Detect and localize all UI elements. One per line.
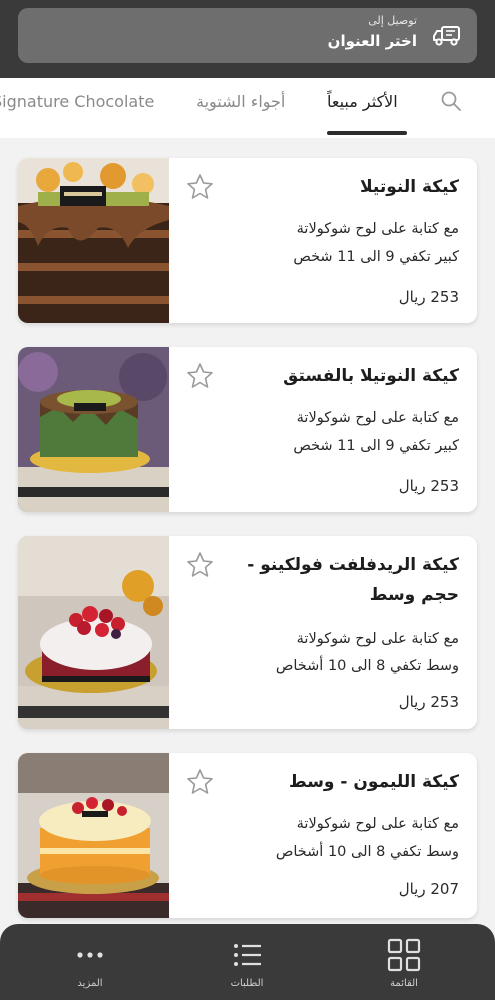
tab-best-sellers[interactable]: الأكثر مبيعاً xyxy=(327,92,398,111)
delivery-truck-icon xyxy=(433,26,460,46)
category-tabs: Signature Chocolate أجواء الشتوية الأكثر… xyxy=(0,78,495,138)
product-name: كيكة النوتيلا xyxy=(360,177,459,197)
address-selector[interactable]: توصيل إلى اختر العنوان xyxy=(18,8,477,63)
choose-address-text: اختر العنوان xyxy=(327,32,417,50)
nav-more[interactable]: المزيد xyxy=(30,924,150,1000)
top-bar: توصيل إلى اختر العنوان xyxy=(0,0,495,78)
product-desc-line2: كبير تكفي 9 الى 11 شخص xyxy=(293,438,459,454)
deliver-to-label: توصيل إلى xyxy=(368,14,417,27)
product-card[interactable]: كيكة النوتيلا مع كتابة على لوح شوكولاتة … xyxy=(18,158,477,323)
product-desc-line1: مع كتابة على لوح شوكولاتة xyxy=(296,410,459,426)
product-price: 253 ريال xyxy=(398,477,459,495)
product-price: 253 ريال xyxy=(398,693,459,711)
product-desc-line1: مع كتابة على لوح شوكولاتة xyxy=(296,631,459,647)
nav-orders-label: الطلبات xyxy=(230,978,264,989)
product-price: 253 ريال xyxy=(398,288,459,306)
product-desc-line2: وسط تكفي 8 الى 10 أشخاص xyxy=(275,658,459,674)
nav-menu[interactable]: القائمة xyxy=(344,924,464,1000)
nav-orders[interactable]: الطلبات xyxy=(187,924,307,1000)
list-icon xyxy=(234,944,261,966)
nav-menu-label: القائمة xyxy=(390,978,418,989)
tab-signature-chocolate[interactable]: Signature Chocolate xyxy=(0,92,154,111)
nav-more-label: المزيد xyxy=(77,978,103,989)
product-name: كيكة الليمون - وسط xyxy=(289,772,459,792)
product-desc-line2: وسط تكفي 8 الى 10 أشخاص xyxy=(275,844,459,860)
product-price: 207 ريال xyxy=(398,880,459,898)
product-desc-line1: مع كتابة على لوح شوكولاتة xyxy=(296,221,459,237)
product-name: كيكة النوتيلا بالفستق xyxy=(283,366,459,386)
lemon-cake-image xyxy=(18,753,169,918)
product-desc-line2: كبير تكفي 9 الى 11 شخص xyxy=(293,249,459,265)
active-tab-indicator xyxy=(327,131,407,135)
grid-menu-icon xyxy=(387,938,421,972)
product-card[interactable]: كيكة الريدفلفت فولكينو - حجم وسط مع كتاب… xyxy=(18,536,477,729)
pistachio-nutella-cake-image xyxy=(18,347,169,512)
product-list: كيكة النوتيلا مع كتابة على لوح شوكولاتة … xyxy=(0,140,495,924)
nutella-cake-image xyxy=(18,158,169,323)
bottom-navigation: القائمة الطلبات المزيد xyxy=(0,924,495,1000)
product-name: كيكة الريدفلفت فولكينو - حجم وسط xyxy=(247,555,459,605)
tab-winter[interactable]: أجواء الشتوية xyxy=(196,92,285,111)
more-dots-icon xyxy=(77,952,103,958)
product-card[interactable]: كيكة النوتيلا بالفستق مع كتابة على لوح ش… xyxy=(18,347,477,512)
search-icon[interactable] xyxy=(440,90,462,112)
red-velvet-cake-image xyxy=(18,536,169,729)
product-desc-line1: مع كتابة على لوح شوكولاتة xyxy=(296,816,459,832)
product-card[interactable]: كيكة الليمون - وسط مع كتابة على لوح شوكو… xyxy=(18,753,477,918)
